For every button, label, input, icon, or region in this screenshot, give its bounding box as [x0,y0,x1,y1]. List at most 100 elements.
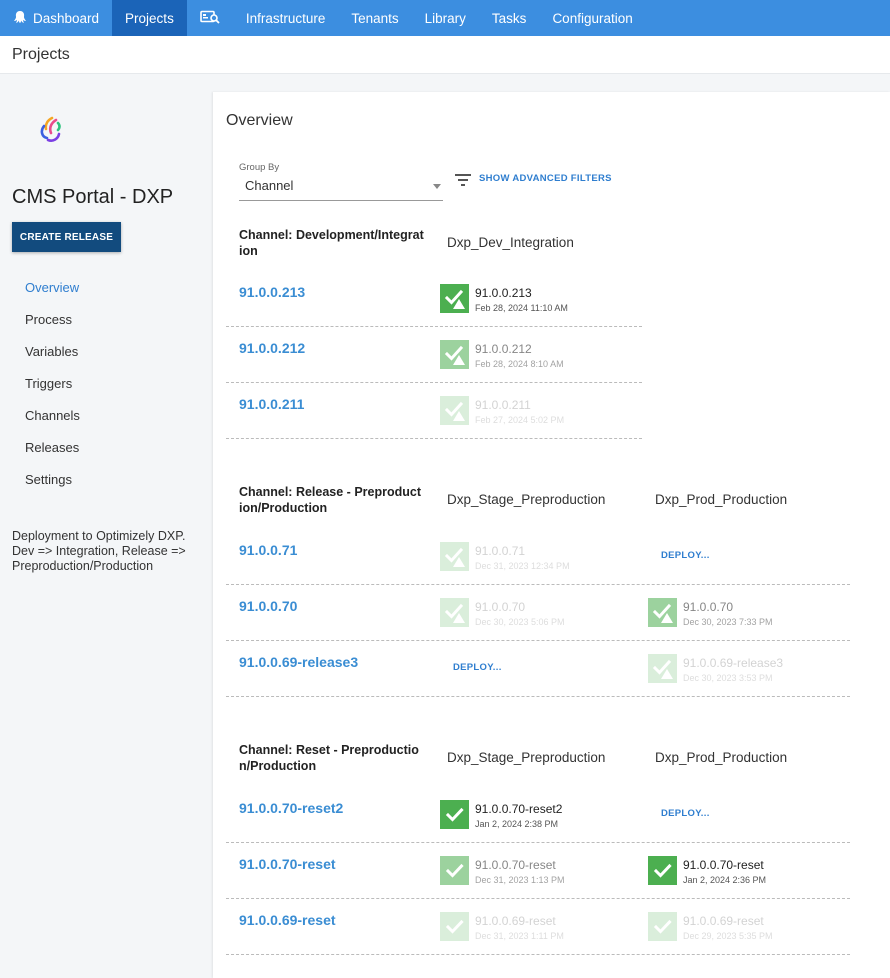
success-warning-icon [648,654,677,683]
channel-title: Channel: Release - Preproduction/Product… [239,485,421,515]
deployment-card[interactable]: 91.0.0.69-reset Dec 31, 2023 1:11 PM [440,912,564,941]
row-divider [226,326,642,327]
sidebar-item-variables[interactable]: Variables [25,344,80,376]
search-screen-icon [200,10,220,27]
create-release-button[interactable]: CREATE RELEASE [12,222,121,252]
release-link[interactable]: 91.0.0.70 [239,598,297,614]
row-divider [226,898,850,899]
release-link[interactable]: 91.0.0.211 [239,396,304,412]
deployment-date: Feb 28, 2024 11:10 AM [475,303,568,313]
sidebar-item-overview[interactable]: Overview [25,280,80,312]
deployment-card[interactable]: 91.0.0.70-reset2 Jan 2, 2024 2:38 PM [440,800,562,829]
release-link[interactable]: 91.0.0.212 [239,340,305,356]
group-by-value[interactable]: Channel [239,178,443,201]
nav-tenants[interactable]: Tenants [338,0,411,36]
deployment-version: 91.0.0.69-reset [683,914,764,928]
deployment-card[interactable]: 91.0.0.70-reset Jan 2, 2024 2:36 PM [648,856,766,885]
deployment-version: 91.0.0.69-release3 [683,656,784,670]
deployment-date: Dec 29, 2023 5:35 PM [683,931,773,941]
sidebar-item-releases[interactable]: Releases [25,440,80,472]
project-description: Deployment to Optimizely DXP. Dev => Int… [12,529,186,573]
deployment-card[interactable]: 91.0.0.213 Feb 28, 2024 11:10 AM [440,284,568,313]
deployment-card[interactable]: 91.0.0.69-release3 Dec 30, 2023 3:53 PM [648,654,783,683]
filter-icon[interactable] [455,174,471,186]
environment-header: Dxp_Dev_Integration [447,235,574,250]
row-divider [226,640,850,641]
row-divider [226,584,850,585]
nav-projects[interactable]: Projects [112,0,187,36]
deploy-button[interactable]: DEPLOY... [661,550,710,561]
deployment-card[interactable]: 91.0.0.69-reset Dec 29, 2023 5:35 PM [648,912,773,941]
nav-tasks-label: Tasks [491,10,527,26]
deployment-card[interactable]: 91.0.0.211 Feb 27, 2024 5:02 PM [440,396,564,425]
deployment-card[interactable]: 91.0.0.71 Dec 31, 2023 12:34 PM [440,542,570,571]
deployment-version: 91.0.0.71 [475,544,526,558]
deployment-version: 91.0.0.213 [475,286,532,300]
nav-dashboard[interactable]: Dashboard [0,0,112,36]
top-nav: Dashboard Projects Infrastructure Tenant… [0,0,890,36]
sidebar-item-channels[interactable]: Channels [25,408,80,440]
success-warning-icon [440,396,469,425]
deployment-date: Dec 30, 2023 5:06 PM [475,617,565,627]
group-by-select[interactable]: Group By Channel [239,162,443,201]
deployment-info: 91.0.0.69-reset Dec 29, 2023 5:35 PM [683,914,773,941]
deployment-version: 91.0.0.212 [475,342,532,356]
deployment-card[interactable]: 91.0.0.70-reset Dec 31, 2023 1:13 PM [440,856,565,885]
row-divider [226,954,850,955]
deployment-version: 91.0.0.70-reset2 [475,802,563,816]
nav-tenants-label: Tenants [351,10,399,26]
deployment-info: 91.0.0.70-reset Dec 31, 2023 1:13 PM [475,858,565,885]
channel-title: Channel: Reset - Preproduction/Productio… [239,743,419,773]
deployment-info: 91.0.0.211 Feb 27, 2024 5:02 PM [475,398,564,425]
deployment-version: 91.0.0.69-reset [475,914,556,928]
page-title: Projects [12,46,70,63]
nav-infrastructure-label: Infrastructure [245,10,326,26]
release-link[interactable]: 91.0.0.213 [239,284,305,300]
deployment-info: 91.0.0.70-reset Jan 2, 2024 2:36 PM [683,858,766,885]
sidebar-item-triggers[interactable]: Triggers [25,376,80,408]
deployment-version: 91.0.0.70-reset [475,858,556,872]
release-link[interactable]: 91.0.0.70-reset [239,856,336,872]
deployment-date: Jan 2, 2024 2:36 PM [683,875,767,885]
nav-dashboard-label: Dashboard [33,10,100,26]
nav-tasks[interactable]: Tasks [479,0,540,36]
show-advanced-filters-link[interactable]: SHOW ADVANCED FILTERS [479,173,612,184]
deploy-button[interactable]: DEPLOY... [661,808,710,819]
environment-header: Dxp_Stage_Preproduction [447,492,606,507]
deployment-info: 91.0.0.212 Feb 28, 2024 8:10 AM [475,342,564,369]
deployment-version: 91.0.0.70 [475,600,526,614]
environment-header: Dxp_Prod_Production [655,750,788,765]
nav-infrastructure[interactable]: Infrastructure [233,0,339,36]
project-name: CMS Portal - DXP [12,186,174,208]
release-link[interactable]: 91.0.0.71 [239,542,297,558]
nav-configuration[interactable]: Configuration [539,0,645,36]
sidebar-item-process[interactable]: Process [25,312,80,344]
deploy-button[interactable]: DEPLOY... [453,662,502,673]
deployment-card[interactable]: 91.0.0.70 Dec 30, 2023 7:33 PM [648,598,773,627]
nav-search-screen[interactable] [187,0,233,36]
deployment-date: Dec 30, 2023 7:33 PM [683,617,773,627]
success-check-icon [648,856,677,885]
sidebar-item-settings[interactable]: Settings [25,472,80,504]
deployment-date: Dec 31, 2023 1:13 PM [475,875,565,885]
success-check-icon [440,912,469,941]
group-by-label: Group By [239,162,280,173]
channel-title: Channel: Development/Integration [239,228,424,258]
page-header: Projects [0,36,890,74]
row-divider [226,696,850,697]
release-link[interactable]: 91.0.0.69-reset [239,912,336,928]
release-link[interactable]: 91.0.0.69-release3 [239,654,358,670]
deployment-info: 91.0.0.70-reset2 Jan 2, 2024 2:38 PM [475,802,562,829]
nav-configuration-label: Configuration [552,10,633,26]
octopus-icon [13,10,27,27]
deployment-card[interactable]: 91.0.0.70 Dec 30, 2023 5:06 PM [440,598,565,627]
release-link[interactable]: 91.0.0.70-reset2 [239,800,343,816]
overview-title: Overview [226,112,293,129]
nav-library[interactable]: Library [412,0,479,36]
deployment-info: 91.0.0.69-reset Dec 31, 2023 1:11 PM [475,914,564,941]
deployment-date: Dec 30, 2023 3:53 PM [683,673,773,683]
deployment-date: Dec 31, 2023 12:34 PM [475,561,570,571]
deployment-card[interactable]: 91.0.0.212 Feb 28, 2024 8:10 AM [440,340,564,369]
deployment-date: Jan 2, 2024 2:38 PM [475,819,559,829]
project-sidebar: CMS Portal - DXP CREATE RELEASE Overview… [0,74,212,978]
